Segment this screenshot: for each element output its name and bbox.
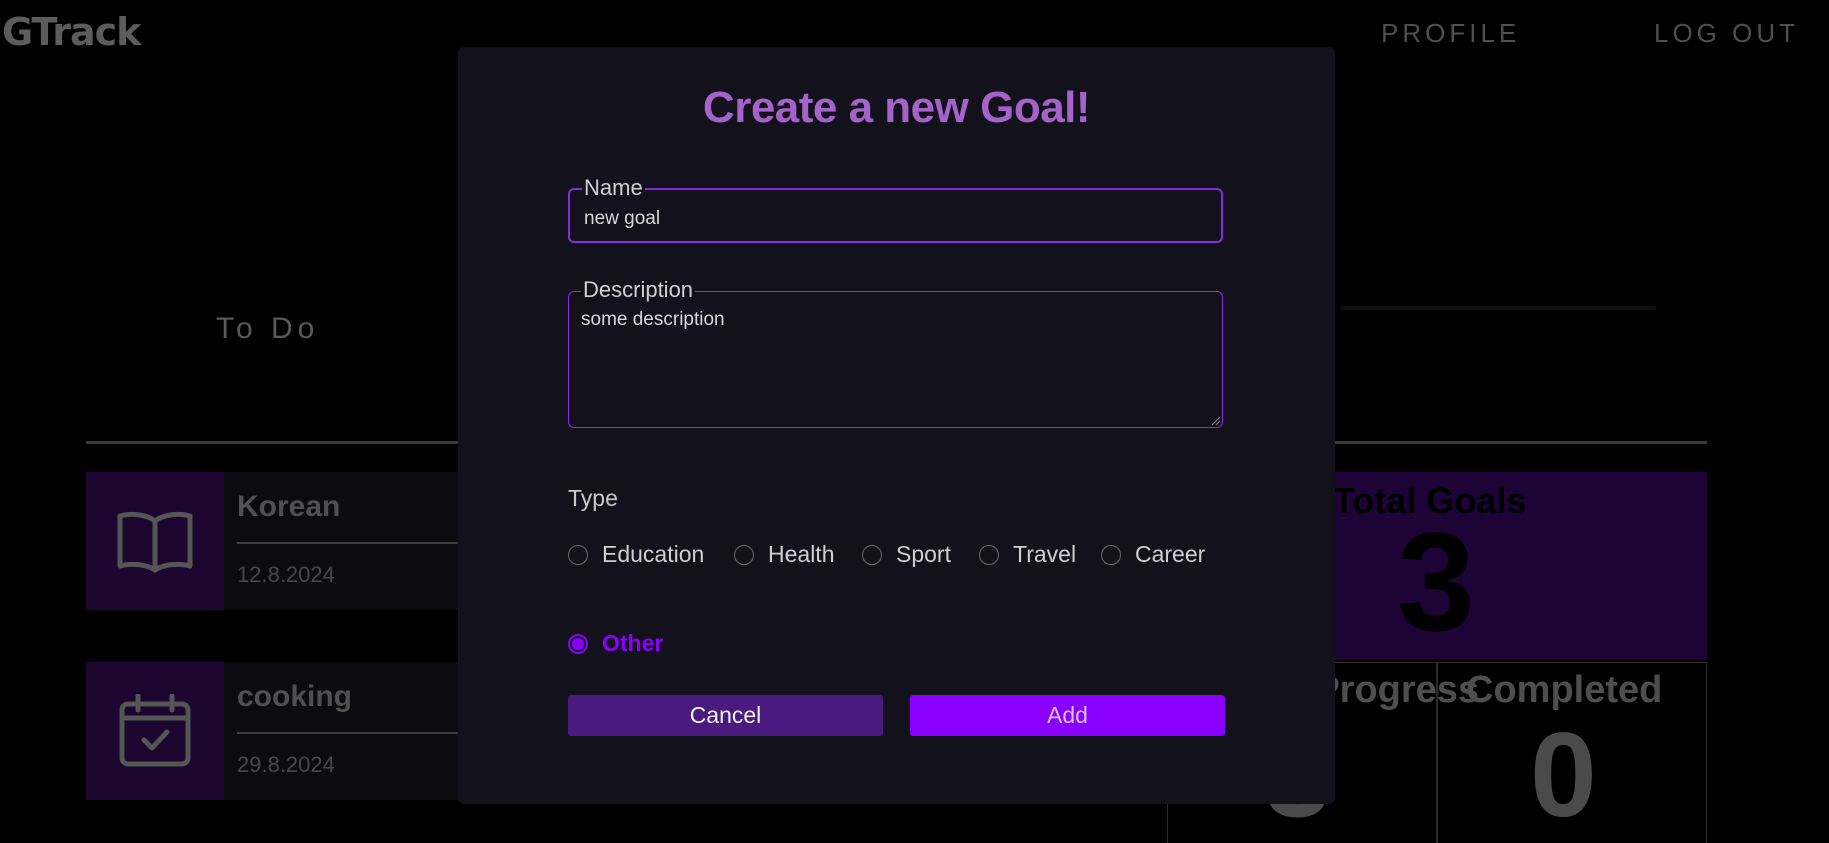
type-radio-label: Career	[1135, 541, 1206, 567]
app-logo[interactable]: GTrack	[2, 10, 141, 54]
description-fieldset: Description some description	[568, 279, 1223, 428]
total-goals-value: 3	[1397, 503, 1475, 660]
cancel-button[interactable]: Cancel	[568, 695, 883, 736]
nav-profile-link[interactable]: PROFILE	[1381, 18, 1520, 49]
type-radio-other[interactable]: Other	[568, 630, 663, 657]
radio-circle[interactable]	[979, 544, 999, 565]
calendar-check-icon	[86, 662, 224, 800]
book-icon	[86, 472, 224, 610]
description-textarea[interactable]: some description	[581, 309, 1216, 423]
radio-circle[interactable]	[734, 544, 754, 565]
type-radio-label: Other	[602, 630, 664, 656]
divider-faint	[1340, 306, 1656, 310]
name-label: Name	[582, 175, 645, 200]
type-label: Type	[568, 485, 618, 511]
goal-date: 12.8.2024	[237, 562, 335, 587]
radio-circle[interactable]	[1101, 544, 1121, 565]
radio-circle-selected[interactable]	[568, 633, 588, 654]
description-label: Description	[581, 277, 696, 302]
goal-title: Korean	[237, 490, 341, 523]
type-radio-health[interactable]: Health	[734, 541, 834, 568]
radio-circle[interactable]	[568, 544, 588, 565]
completed-label: Completed	[1466, 669, 1663, 711]
type-radio-sport[interactable]: Sport	[862, 541, 951, 568]
type-radio-travel[interactable]: Travel	[979, 541, 1076, 568]
completed-value: 0	[1530, 708, 1597, 842]
type-radio-label: Health	[768, 541, 835, 567]
goal-date: 29.8.2024	[237, 752, 335, 777]
name-input[interactable]	[584, 208, 1211, 230]
type-radio-label: Education	[602, 541, 705, 567]
modal-title: Create a new Goal!	[702, 83, 1091, 132]
nav-logout-link[interactable]: LOG OUT	[1654, 18, 1799, 49]
add-button[interactable]: Add	[910, 695, 1225, 736]
goal-title: cooking	[237, 680, 353, 713]
radio-circle[interactable]	[862, 544, 882, 565]
completed-card: Completed 0	[1437, 662, 1707, 843]
type-radio-career[interactable]: Career	[1101, 541, 1205, 568]
name-fieldset: Name	[568, 177, 1223, 243]
todo-heading: To Do	[216, 312, 320, 345]
resize-handle-icon[interactable]	[1212, 417, 1220, 425]
type-radio-label: Travel	[1013, 541, 1077, 567]
type-radio-label: Sport	[896, 541, 951, 567]
create-goal-modal: Create a new Goal! Name Description some…	[458, 47, 1335, 804]
type-radio-education[interactable]: Education	[568, 541, 704, 568]
